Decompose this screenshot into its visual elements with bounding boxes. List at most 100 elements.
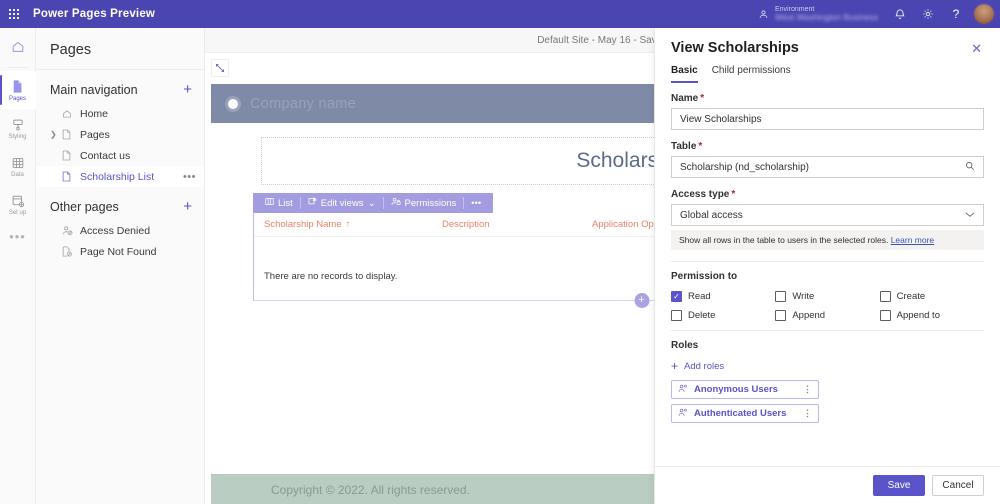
checkbox-create[interactable]: Create bbox=[880, 291, 984, 302]
access-type-select[interactable]: Global access bbox=[671, 204, 984, 226]
other-pages-section-header: Other pages + bbox=[36, 187, 204, 220]
home-icon bbox=[62, 109, 78, 119]
role-overflow-button[interactable]: ⋮ bbox=[803, 408, 812, 419]
other-pages-title: Other pages bbox=[50, 200, 119, 214]
user-avatar[interactable] bbox=[974, 4, 994, 24]
checkbox-delete[interactable]: Delete bbox=[671, 310, 775, 321]
pages-panel-title: Pages bbox=[36, 28, 204, 69]
name-field-label: Name* bbox=[671, 93, 984, 104]
page-item-pages-label: Pages bbox=[80, 129, 110, 141]
page-item-home[interactable]: Home bbox=[36, 103, 204, 124]
rail-overflow-button[interactable]: ••• bbox=[9, 229, 26, 244]
page-item-contact-us[interactable]: Contact us bbox=[36, 145, 204, 166]
panel-divider bbox=[671, 261, 984, 262]
role-overflow-button[interactable]: ⋮ bbox=[803, 384, 812, 395]
bell-icon[interactable] bbox=[886, 0, 914, 28]
role-icon bbox=[678, 408, 688, 419]
access-type-label: Access type* bbox=[671, 189, 984, 200]
company-name-text: Company name bbox=[250, 96, 356, 112]
chevron-right-icon[interactable]: ❯ bbox=[50, 130, 57, 139]
page-item-scholarship-list[interactable]: Scholarship List ••• bbox=[36, 166, 204, 187]
sidebar-item-styling[interactable]: Styling bbox=[0, 109, 36, 147]
circle-logo-icon bbox=[225, 96, 241, 112]
close-icon[interactable]: ✕ bbox=[969, 40, 984, 57]
search-icon[interactable] bbox=[965, 161, 975, 174]
access-type-hint-text: Show all rows in the table to users in t… bbox=[679, 235, 888, 245]
add-main-navigation-page-button[interactable]: + bbox=[183, 82, 192, 97]
environment-icon bbox=[753, 9, 773, 20]
add-roles-button[interactable]: + Add roles bbox=[671, 360, 984, 372]
canvas-status-text: Default Site - May 16 - Saved bbox=[537, 35, 668, 46]
page-item-contact-us-label: Contact us bbox=[80, 150, 130, 162]
checkbox-read[interactable]: ✓ Read bbox=[671, 291, 775, 302]
setup-icon bbox=[11, 192, 25, 209]
panel-divider bbox=[671, 330, 984, 331]
tab-child-permissions[interactable]: Child permissions bbox=[712, 65, 791, 83]
table-input[interactable]: Scholarship (nd_scholarship) bbox=[671, 156, 984, 178]
main-navigation-section-header: Main navigation + bbox=[36, 70, 204, 103]
cancel-button[interactable]: Cancel bbox=[932, 475, 984, 496]
access-type-field-group: Access type* Global access Show all rows… bbox=[671, 189, 984, 250]
permissions-icon bbox=[391, 197, 401, 209]
sidebar-item-data[interactable]: Data bbox=[0, 147, 36, 185]
checkbox-append-to[interactable]: Append to bbox=[880, 310, 984, 321]
role-chip-authenticated-users-label: Authenticated Users bbox=[694, 408, 786, 419]
add-other-page-button[interactable]: + bbox=[183, 199, 192, 214]
page-item-overflow-button[interactable]: ••• bbox=[183, 171, 196, 183]
checkbox-write-label: Write bbox=[792, 291, 814, 302]
list-overflow-button[interactable]: ••• bbox=[464, 193, 488, 213]
add-roles-label: Add roles bbox=[684, 361, 724, 372]
waffle-grid-icon bbox=[9, 9, 19, 19]
styling-icon bbox=[11, 116, 25, 133]
app-header: Power Pages Preview Environment West Was… bbox=[0, 0, 1000, 28]
checkbox-append-label: Append bbox=[792, 310, 825, 321]
permission-to-label: Permission to bbox=[671, 271, 984, 282]
save-button[interactable]: Save bbox=[873, 475, 925, 496]
left-rail: Pages Styling Data Set up ••• bbox=[0, 28, 36, 504]
rail-item-home[interactable] bbox=[0, 30, 36, 64]
column-header-description[interactable]: Description bbox=[442, 219, 592, 230]
edit-views-button[interactable]: Edit views ⌄ bbox=[301, 193, 383, 213]
page-item-page-not-found-label: Page Not Found bbox=[80, 246, 156, 258]
app-header-right: Environment West Washington Business ? bbox=[753, 0, 1000, 28]
permissions-label: Permissions bbox=[405, 198, 457, 209]
question-icon[interactable]: ? bbox=[942, 0, 970, 28]
list-button[interactable]: List bbox=[258, 193, 300, 213]
page-item-access-denied[interactable]: Access Denied bbox=[36, 220, 204, 241]
permissions-button[interactable]: Permissions bbox=[384, 193, 464, 213]
page-item-scholarship-list-label: Scholarship List bbox=[80, 171, 154, 183]
checkbox-write[interactable]: Write bbox=[775, 291, 879, 302]
access-type-value: Global access bbox=[680, 210, 743, 221]
checkbox-box bbox=[775, 310, 786, 321]
chevron-down-icon[interactable] bbox=[965, 210, 975, 221]
tab-basic[interactable]: Basic bbox=[671, 65, 698, 83]
role-chip-anonymous-users[interactable]: Anonymous Users ⋮ bbox=[671, 380, 819, 399]
checkbox-box bbox=[775, 291, 786, 302]
plus-icon: + bbox=[671, 360, 678, 372]
waffle-menu-button[interactable] bbox=[0, 0, 28, 28]
home-icon bbox=[11, 39, 25, 56]
sidebar-item-setup[interactable]: Set up bbox=[0, 185, 36, 223]
permission-checkbox-grid: ✓ Read Write Create Delete Append bbox=[671, 291, 984, 321]
role-chip-authenticated-users[interactable]: Authenticated Users ⋮ bbox=[671, 404, 819, 423]
environment-info: Environment West Washington Business bbox=[775, 6, 878, 22]
sidebar-item-pages[interactable]: Pages bbox=[0, 71, 36, 109]
app-title: Power Pages Preview bbox=[33, 8, 155, 20]
list-button-label: List bbox=[278, 198, 293, 209]
sidebar-item-data-label: Data bbox=[11, 172, 24, 178]
table-field-label: Table* bbox=[671, 141, 984, 152]
learn-more-link[interactable]: Learn more bbox=[891, 235, 934, 245]
expand-arrows-icon[interactable] bbox=[211, 59, 229, 77]
page-item-access-denied-label: Access Denied bbox=[80, 225, 150, 237]
column-header-scholarship-name-label: Scholarship Name bbox=[264, 219, 342, 230]
plus-circle-icon[interactable]: + bbox=[634, 293, 649, 308]
page-item-pages[interactable]: ❯ Pages bbox=[36, 124, 204, 145]
gear-icon[interactable] bbox=[914, 0, 942, 28]
page-item-page-not-found[interactable]: Page Not Found bbox=[36, 241, 204, 262]
name-input[interactable]: View Scholarships bbox=[671, 108, 984, 130]
column-header-scholarship-name[interactable]: Scholarship Name ↑ bbox=[264, 219, 442, 230]
checkbox-create-label: Create bbox=[897, 291, 926, 302]
table-permission-panel: View Scholarships ✕ Basic Child permissi… bbox=[654, 28, 1000, 504]
checkbox-append[interactable]: Append bbox=[775, 310, 879, 321]
sort-ascending-icon: ↑ bbox=[346, 219, 351, 230]
